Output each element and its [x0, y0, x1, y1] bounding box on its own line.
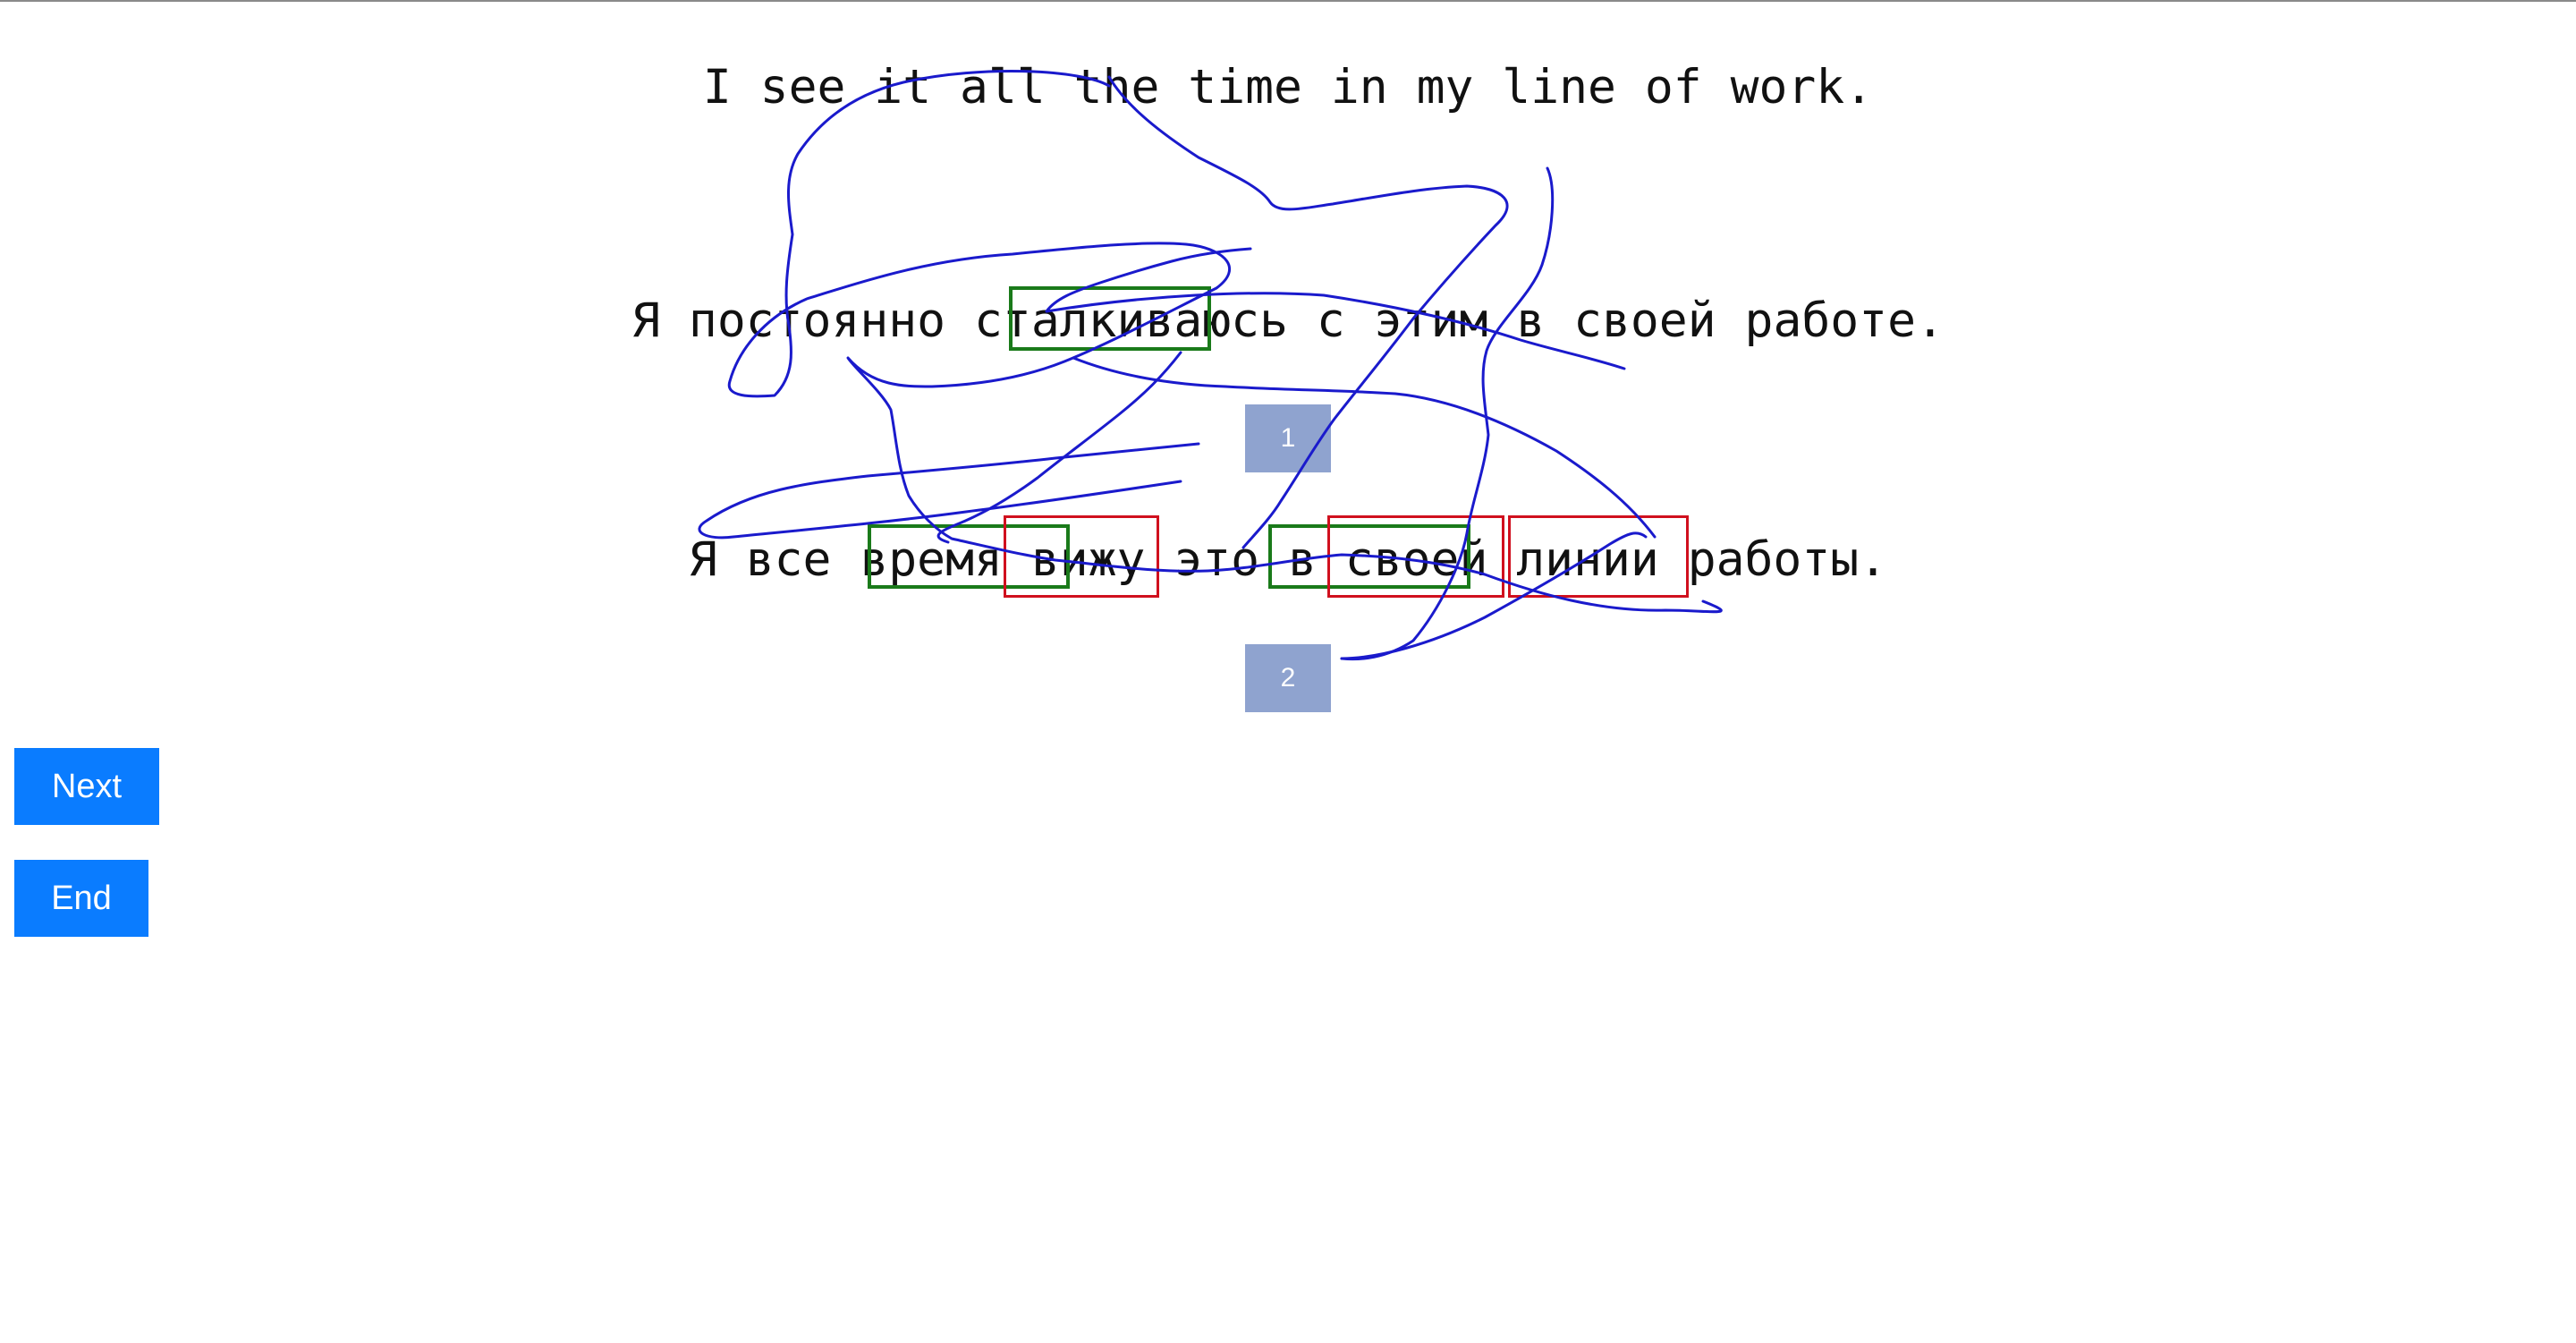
scribble-stroke-6 [936, 351, 1182, 544]
end-button[interactable]: End [14, 860, 148, 937]
score-box-1[interactable]: 1 [1245, 404, 1331, 472]
source-sentence: I see it all the time in my line of work… [702, 60, 1874, 115]
score-box-2[interactable]: 2 [1245, 644, 1331, 712]
hypothesis-sentence: Я все время вижу это в своей линии работ… [688, 532, 1888, 587]
scribble-stroke-5 [698, 442, 1200, 540]
next-button[interactable]: Next [14, 748, 159, 825]
top-border [0, 0, 2576, 2]
scribble-stroke-8 [1072, 356, 1657, 539]
reference-sentence: Я постоянно сталкиваюсь с этим в своей р… [631, 293, 1945, 348]
